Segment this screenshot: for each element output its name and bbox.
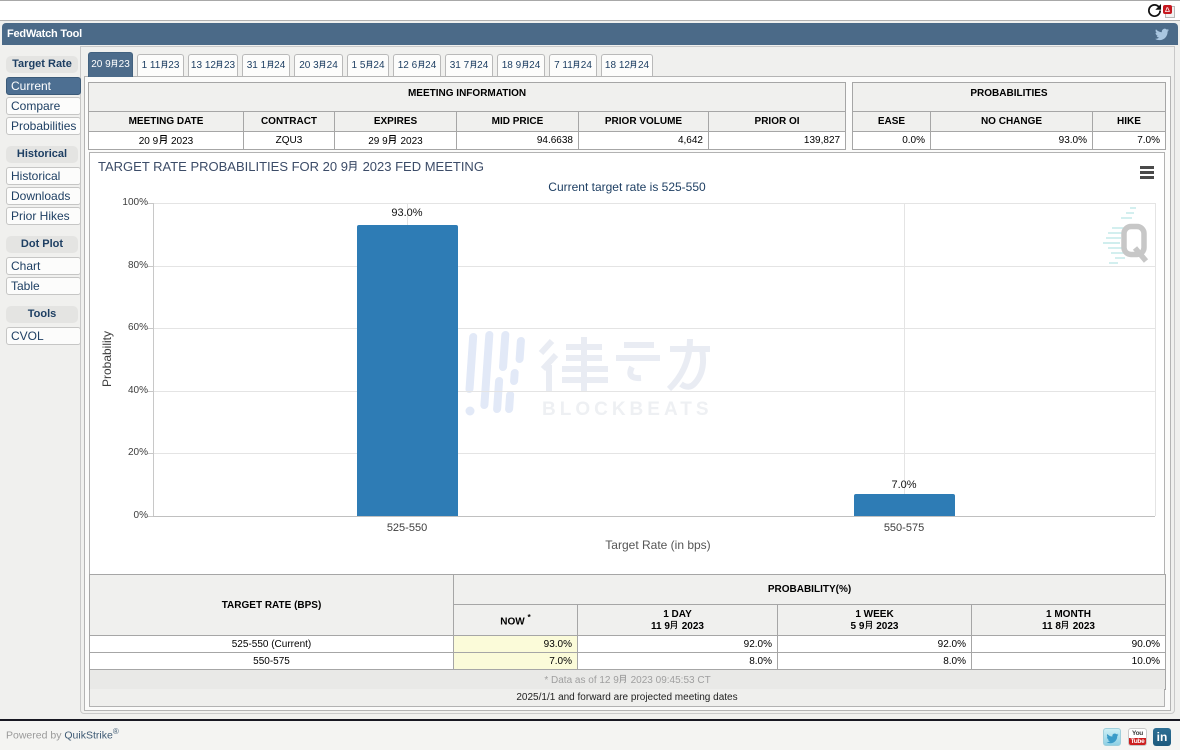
svg-text:BLOCKBEATS: BLOCKBEATS <box>542 399 713 420</box>
